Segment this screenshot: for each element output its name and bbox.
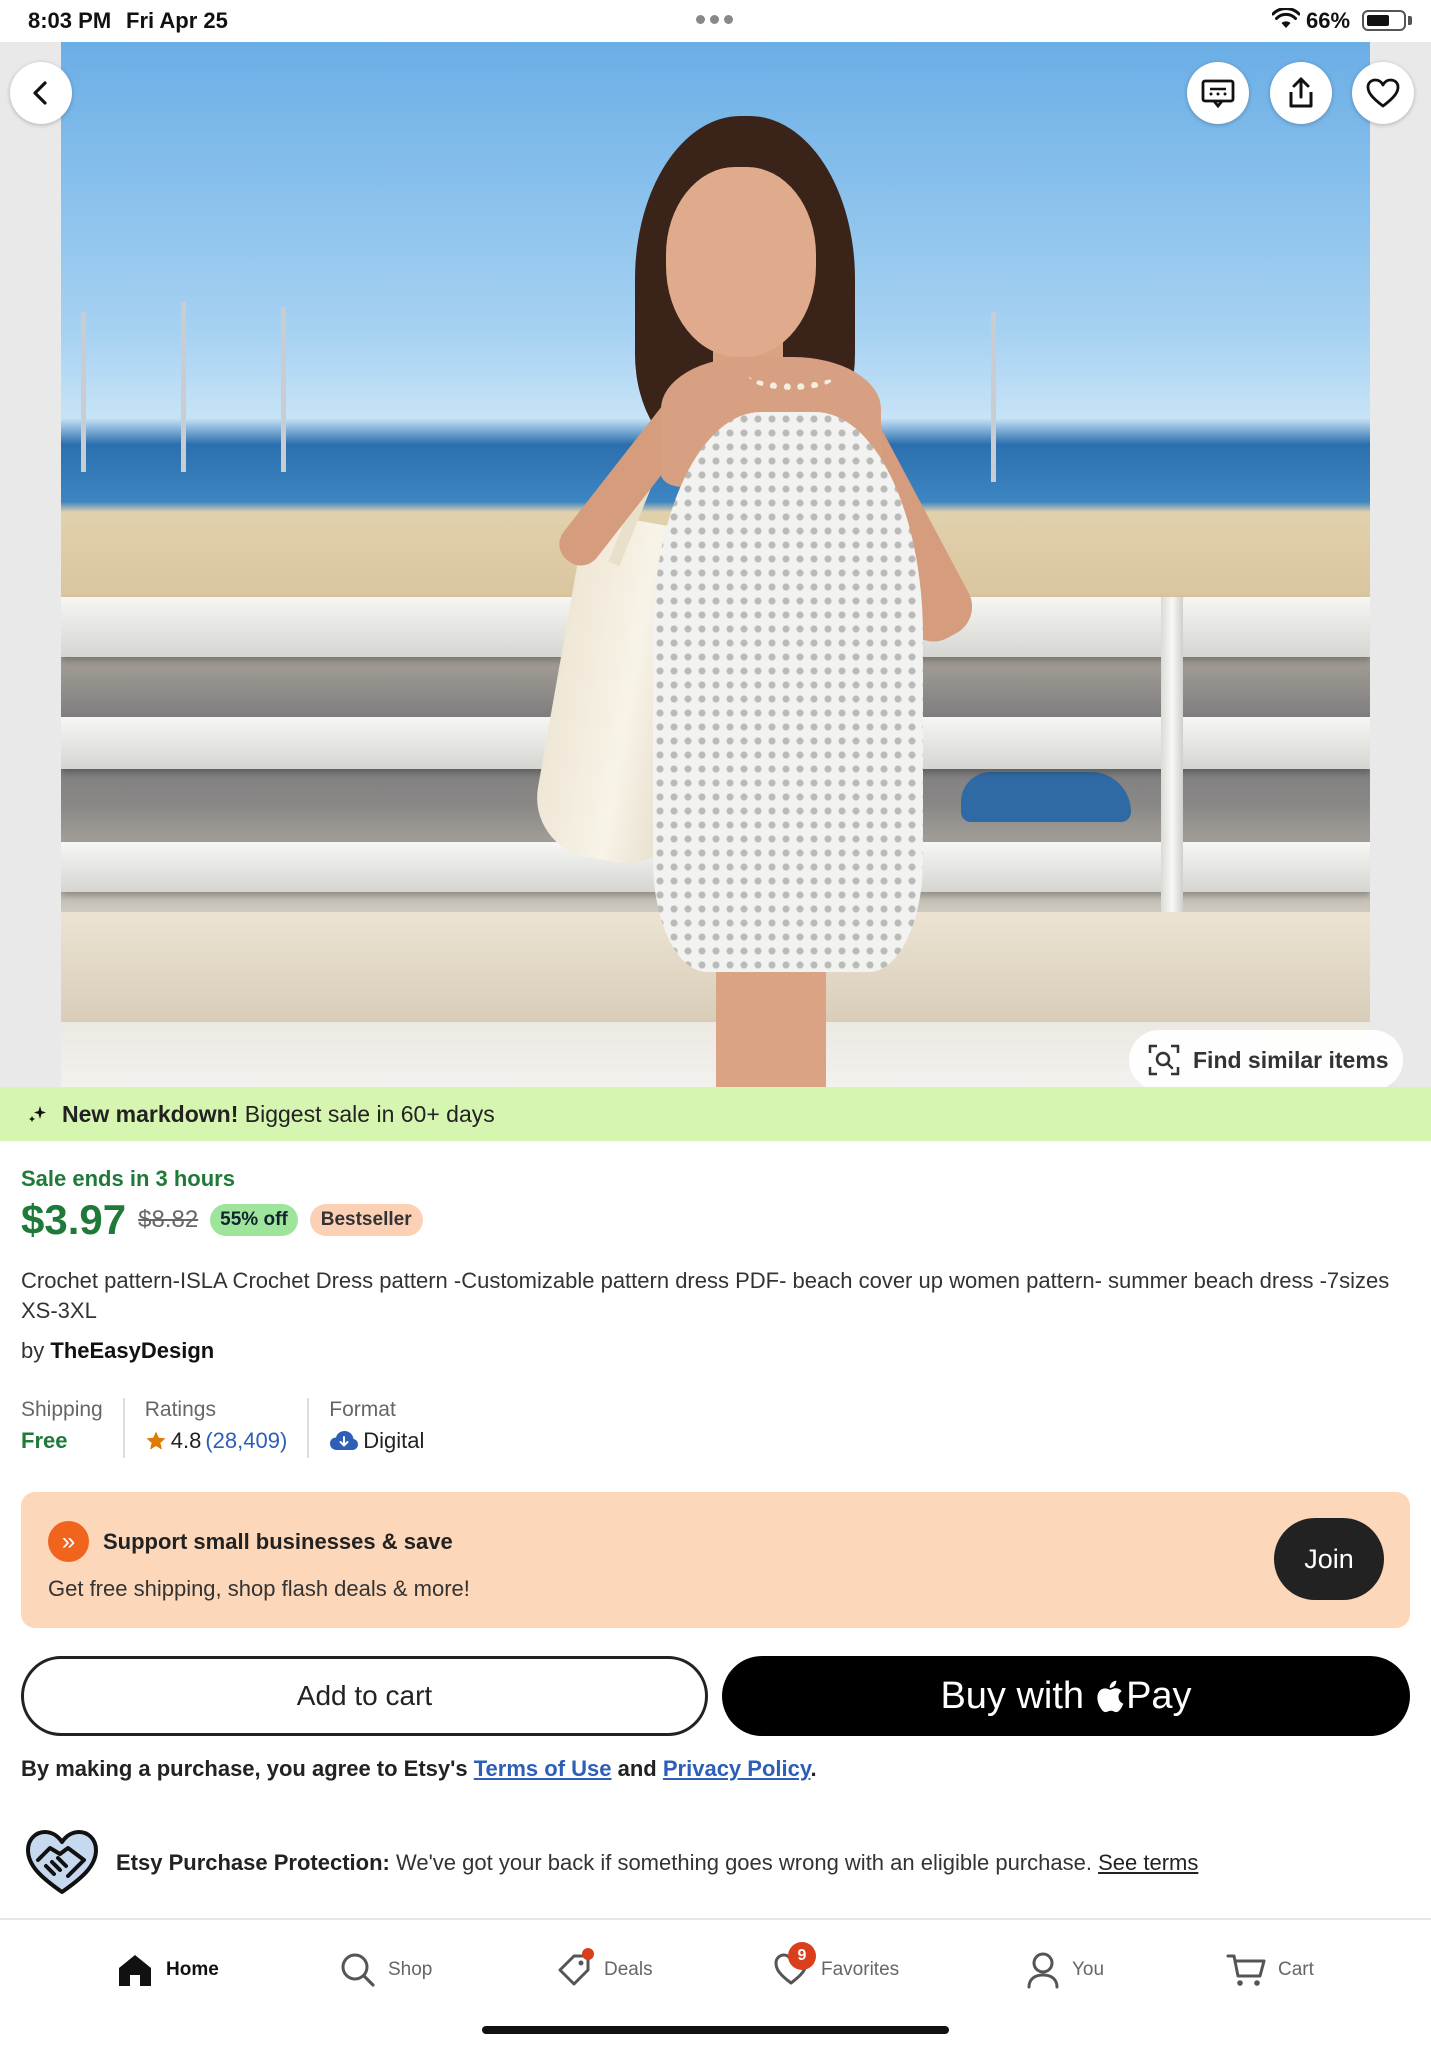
cart-icon [1226,1954,1266,1986]
tab-cart[interactable]: Cart [1226,1948,1314,1992]
see-terms-link[interactable]: See terms [1098,1850,1198,1875]
deals-notification-dot [582,1948,594,1960]
discount-badge: 55% off [210,1204,298,1236]
price-row: $3.97 $8.82 55% off Bestseller [21,1196,423,1244]
format-label: Format [329,1398,396,1421]
terms-suffix: . [810,1756,817,1781]
markdown-text: Biggest sale in 60+ days [244,1100,495,1127]
handshake-icon [26,1830,98,1894]
apple-logo-icon [1097,1680,1124,1713]
product-image-carousel[interactable]: Find similar items [0,42,1431,1087]
seller-prefix: by [21,1338,45,1363]
home-indicator[interactable] [482,2026,949,2034]
current-price: $3.97 [21,1196,127,1243]
favorite-button[interactable] [1352,62,1414,124]
tab-favorites[interactable]: 9 Favorites [773,1942,900,1992]
terms-and: and [617,1756,657,1781]
find-similar-label: Find similar items [1193,1046,1389,1073]
status-date: Fri Apr 25 [126,8,228,33]
status-time: 8:03 PM [28,8,112,33]
shipping-value: Free [21,1428,68,1453]
wifi-icon [1272,8,1300,28]
cloud-download-icon [330,1431,359,1450]
markdown-banner: New markdown! Biggest sale in 60+ days [0,1087,1431,1141]
battery-icon [1362,10,1406,31]
find-similar-button[interactable]: Find similar items [1129,1030,1403,1087]
chevron-left-icon [33,81,47,105]
star-icon [146,1431,166,1450]
tab-shop[interactable]: Shop [340,1948,432,1992]
buy-with-apple-pay-button[interactable]: Buy with Pay [722,1656,1410,1736]
double-chevron-icon: » [48,1521,89,1562]
rating-value: 4.8 [170,1428,202,1453]
tab-you-label: You [1072,1959,1105,1980]
shipping-label: Shipping [21,1398,103,1421]
tab-deals-label: Deals [604,1959,653,1980]
listing-stats: Shipping Free Ratings 4.8 (28,409) Forma… [21,1398,444,1458]
person-icon [1027,1952,1059,1989]
tab-shop-label: Shop [388,1959,433,1980]
promo-subtitle: Get free shipping, shop flash deals & mo… [48,1576,470,1601]
original-price: $8.82 [138,1206,199,1233]
sale-countdown: Sale ends in 3 hours [21,1166,235,1191]
product-photo [61,42,1370,1087]
bestseller-badge: Bestseller [309,1204,423,1236]
back-button[interactable] [10,62,72,124]
seller-line: by TheEasyDesign [21,1338,214,1364]
battery-percent: 66% [1306,8,1351,33]
protection-title: Etsy Purchase Protection: [116,1850,390,1875]
ratings-stat[interactable]: Ratings 4.8 (28,409) [122,1398,308,1458]
shipping-stat: Shipping Free [21,1398,123,1458]
promo-title: Support small businesses & save [103,1529,453,1554]
listing-title: Crochet pattern-ISLA Crochet Dress patte… [21,1268,1390,1323]
tab-cart-label: Cart [1278,1959,1314,1980]
markdown-title: New markdown! [62,1100,239,1127]
ratings-label: Ratings [144,1398,216,1421]
multitasking-dots-icon[interactable] [696,15,733,24]
share-button[interactable] [1270,62,1332,124]
message-icon [1201,79,1235,108]
privacy-policy-link[interactable]: Privacy Policy [663,1756,811,1781]
add-to-cart-button[interactable]: Add to cart [21,1656,708,1736]
visual-search-icon [1148,1044,1180,1076]
tab-home[interactable]: Home [116,1948,219,1992]
tab-home-label: Home [166,1959,219,1980]
message-seller-button[interactable] [1187,62,1249,124]
format-value: Digital [363,1428,425,1453]
seller-name-link[interactable]: TheEasyDesign [50,1338,214,1363]
etsy-insider-promo: » Support small businesses & save Get fr… [21,1492,1410,1628]
join-button[interactable]: Join [1274,1518,1384,1600]
terms-of-use-link[interactable]: Terms of Use [474,1756,612,1781]
purchase-terms: By making a purchase, you agree to Etsy'… [21,1756,817,1782]
protection-text: We've got your back if something goes wr… [396,1850,1092,1875]
terms-prefix: By making a purchase, you agree to Etsy'… [21,1756,468,1781]
home-icon [119,1955,151,1986]
pay-label: Pay [1126,1674,1192,1717]
tab-you[interactable]: You [1026,1948,1104,1992]
format-stat: Format Digital [307,1398,444,1458]
sparkle-icon [29,1106,46,1122]
share-icon [1289,77,1313,108]
tab-deals[interactable]: Deals [556,1948,653,1992]
buy-with-label: Buy with [940,1674,1085,1717]
tab-favorites-label: Favorites [821,1959,900,1980]
favorites-badge: 9 [788,1942,816,1970]
status-bar: 8:03 PM Fri Apr 25 66% [0,0,1431,42]
search-icon [341,1953,375,1987]
heart-outline-icon [1366,78,1400,108]
rating-count[interactable]: (28,409) [205,1428,287,1454]
purchase-protection: Etsy Purchase Protection: We've got your… [116,1850,1198,1876]
